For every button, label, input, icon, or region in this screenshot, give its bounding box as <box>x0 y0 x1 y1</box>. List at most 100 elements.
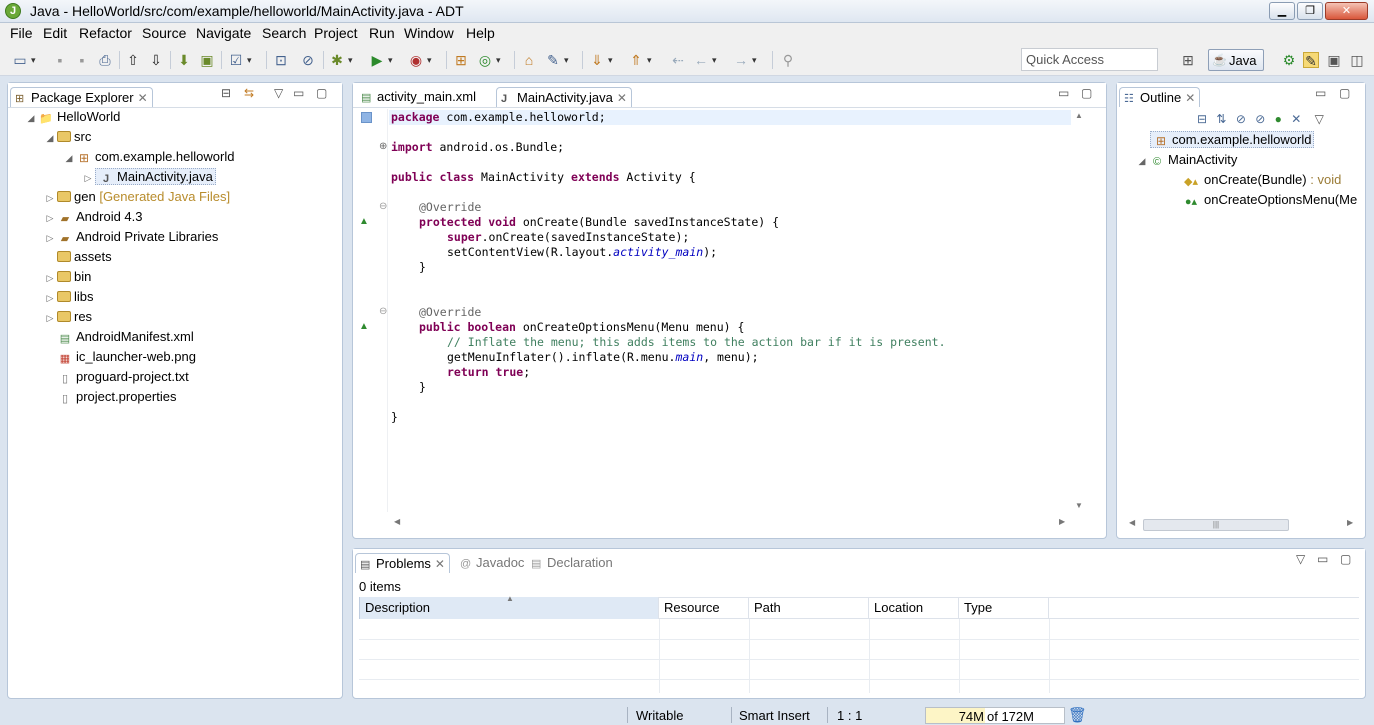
code-line[interactable]: // Inflate the menu; this adds items to … <box>447 335 946 350</box>
outline-item-class[interactable]: ◢ © MainActivity <box>1135 152 1238 172</box>
minimize-view-icon[interactable]: ▭ <box>1317 552 1328 566</box>
ddms-perspective-icon[interactable]: ⚙ <box>1281 52 1297 68</box>
avd-manager-icon[interactable]: ▣ <box>199 52 215 68</box>
view-menu-icon[interactable]: ▽ <box>274 86 283 100</box>
expand-arrow-icon[interactable]: ◢ <box>1135 156 1149 167</box>
tree-item-gen[interactable]: ▷ gen [Generated Java Files] <box>43 189 231 209</box>
sort-icon[interactable]: ⇅ <box>1216 112 1226 126</box>
maximize-editor-icon[interactable]: ▢ <box>1081 86 1092 100</box>
code-line[interactable]: setContentView(R.layout.activity_main); <box>447 245 717 260</box>
open-type-icon[interactable]: ⌂ <box>521 52 537 68</box>
expand-arrow-icon[interactable]: ◢ <box>24 113 38 124</box>
tree-item-proguard[interactable]: ▯ proguard-project.txt <box>43 369 189 389</box>
back-icon[interactable]: ← <box>693 52 717 68</box>
code-line[interactable]: public boolean onCreateOptionsMenu(Menu … <box>419 320 744 335</box>
close-tab-icon[interactable]: ✕ <box>1185 91 1195 105</box>
tree-item-libs[interactable]: ▷ libs <box>43 289 94 309</box>
fold-collapse-icon[interactable]: ⊖ <box>379 201 387 212</box>
fold-expand-icon[interactable]: ⊕ <box>379 141 387 152</box>
menu-source[interactable]: Source <box>142 25 186 41</box>
tree-item-res[interactable]: ▷ res <box>43 309 93 329</box>
maximize-button[interactable]: ❐ <box>1297 2 1323 20</box>
column-header-description[interactable]: Description ▲ <box>359 594 659 619</box>
tree-item-manifest[interactable]: ▤ AndroidManifest.xml <box>43 329 194 349</box>
expand-arrow-icon[interactable]: ◢ <box>43 133 57 144</box>
vertical-scrollbar[interactable]: ▲ ▼ <box>1073 111 1085 511</box>
external-tools-icon[interactable]: ◉ <box>408 52 432 68</box>
menu-project[interactable]: Project <box>314 25 358 41</box>
code-line[interactable]: import android.os.Bundle; <box>391 140 564 155</box>
collapse-arrow-icon[interactable]: ▷ <box>43 193 57 204</box>
tab-javadoc[interactable]: @ Javadoc <box>456 553 528 573</box>
scroll-right-icon[interactable]: ▶ <box>1347 518 1353 527</box>
tree-item-project-properties[interactable]: ▯ project.properties <box>43 389 176 409</box>
column-header-location[interactable]: Location <box>869 597 959 619</box>
scroll-left-icon[interactable]: ◀ <box>394 517 400 526</box>
menu-file[interactable]: File <box>10 25 33 41</box>
tree-item-mainactivity[interactable]: ▷ J MainActivity.java <box>81 168 216 189</box>
code-line[interactable]: @Override <box>419 305 481 320</box>
tree-item-src[interactable]: ◢ src <box>43 129 92 149</box>
code-line[interactable]: super.onCreate(savedInstanceState); <box>447 230 689 245</box>
code-line[interactable]: } <box>391 410 398 425</box>
collapse-arrow-icon[interactable]: ▷ <box>43 273 57 284</box>
column-header-resource[interactable]: Resource <box>659 597 749 619</box>
collapse-arrow-icon[interactable]: ▷ <box>43 233 57 244</box>
menu-help[interactable]: Help <box>466 25 495 41</box>
column-header-type[interactable]: Type <box>959 597 1049 619</box>
last-edit-icon[interactable]: ⇠ <box>670 52 686 68</box>
tab-mainactivity-java[interactable]: J MainActivity.java ✕ <box>496 87 632 107</box>
scroll-down-icon[interactable]: ▼ <box>1075 501 1083 510</box>
close-tab-icon[interactable]: ✕ <box>617 91 627 105</box>
menu-run[interactable]: Run <box>369 25 395 41</box>
minimize-view-icon[interactable]: ▭ <box>1315 86 1326 100</box>
scroll-up-icon[interactable]: ▲ <box>1075 111 1083 120</box>
status-insert-mode[interactable]: Smart Insert <box>739 708 810 723</box>
forward-icon[interactable]: → <box>733 52 757 68</box>
close-button[interactable]: ✕ <box>1325 2 1368 20</box>
maximize-view-icon[interactable]: ▢ <box>1339 86 1350 100</box>
outline-item-package[interactable]: ⊞ com.example.helloworld <box>1150 131 1315 152</box>
menu-window[interactable]: Window <box>404 25 454 41</box>
code-line[interactable]: getMenuInflater().inflate(R.menu.main, m… <box>447 350 759 365</box>
code-line[interactable]: protected void onCreate(Bundle savedInst… <box>419 215 779 230</box>
scroll-left-icon[interactable]: ◀ <box>1129 518 1135 527</box>
close-tab-icon[interactable]: ✕ <box>138 91 148 105</box>
tab-outline[interactable]: ☷ Outline ✕ <box>1119 87 1201 107</box>
menu-navigate[interactable]: Navigate <box>196 25 251 41</box>
hide-fields-icon[interactable]: ⊘ <box>1236 112 1246 126</box>
horizontal-scrollbar[interactable]: ◀ ▶ <box>389 517 1073 531</box>
code-line[interactable]: } <box>419 380 426 395</box>
view-menu-icon[interactable]: ▽ <box>1315 112 1324 126</box>
android-sdk-icon[interactable]: ⬇ <box>176 52 192 68</box>
lint-icon[interactable]: ⊡ <box>273 52 289 68</box>
outline-item-oncreate[interactable]: ◆▴ onCreate(Bundle) : void <box>1181 172 1341 192</box>
tree-item-helloworld[interactable]: ◢ 📁 HelloWorld <box>24 109 121 129</box>
minimize-editor-icon[interactable]: ▭ <box>1058 86 1069 100</box>
previous-annotation-icon[interactable]: ⇑ <box>628 52 651 68</box>
import-icon[interactable]: ⇩ <box>148 52 164 68</box>
minimize-button[interactable]: ▁ <box>1269 2 1295 20</box>
save-all-icon[interactable]: ▪ <box>74 52 90 68</box>
collapse-arrow-icon[interactable]: ▷ <box>81 173 95 184</box>
hide-nonpublic-icon[interactable]: ● <box>1275 112 1282 126</box>
new-java-class-icon[interactable]: ◎ <box>477 52 501 68</box>
tab-activity-main-xml[interactable]: ▤ activity_main.xml <box>357 87 480 107</box>
view-menu-icon[interactable]: ▽ <box>1296 552 1305 566</box>
tab-package-explorer[interactable]: ⊞ Package Explorer ✕ <box>10 87 153 107</box>
menu-edit[interactable]: Edit <box>43 25 67 41</box>
next-annotation-icon[interactable]: ⇓ <box>589 52 612 68</box>
minimize-view-icon[interactable]: ▭ <box>293 86 304 100</box>
skip-breakpoints-icon[interactable]: ⊘ <box>300 52 316 68</box>
collapse-all-icon[interactable]: ⊟ <box>1197 112 1207 126</box>
hide-local-types-icon[interactable]: ✕ <box>1291 112 1301 126</box>
print-icon[interactable]: ⎙ <box>97 52 113 68</box>
link-with-editor-icon[interactable]: ⇆ <box>244 86 254 100</box>
collapse-arrow-icon[interactable]: ▷ <box>43 313 57 324</box>
export-icon[interactable]: ⇧ <box>125 52 141 68</box>
heap-status[interactable]: 74M of 172M <box>925 707 1065 724</box>
quick-access-input[interactable]: Quick Access <box>1021 48 1158 71</box>
outline-item-oncreateoptionsmenu[interactable]: ●▴ onCreateOptionsMenu(Me <box>1181 192 1357 212</box>
scroll-right-icon[interactable]: ▶ <box>1059 517 1065 526</box>
run-icon[interactable]: ▶ <box>369 52 393 68</box>
